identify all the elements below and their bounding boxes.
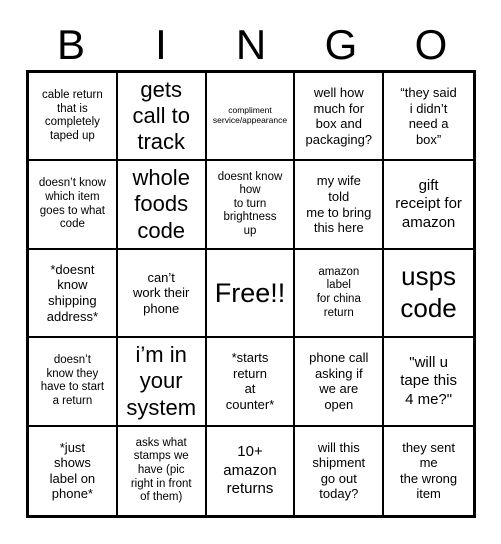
bingo-header-letter-i: I (155, 21, 167, 68)
bingo-cell-label: *starts return at counter* (225, 350, 275, 412)
bingo-cell-label: well how much for box and packaging? (305, 85, 373, 147)
bingo-cell-label: phone call asking if we are open (309, 350, 369, 412)
bingo-cell-label: can’t work their phone (133, 269, 190, 316)
bingo-cell[interactable]: doesn’t know which item goes to what cod… (29, 161, 118, 250)
bingo-cell[interactable]: doesnt know how to turn brightness up (206, 161, 296, 250)
bingo-cell-label: they sent me the wrong item (400, 439, 458, 502)
bingo-cell[interactable]: asks what stamps we have (pic right in f… (117, 426, 207, 515)
bingo-header-letter-g: G (324, 21, 358, 68)
bingo-cell-label: Free!! (214, 277, 286, 308)
bingo-cell[interactable]: will this shipment go out today? (295, 426, 385, 515)
bingo-cell[interactable]: amazon label for china return (295, 249, 385, 339)
bingo-cell-label: compliment service/appearance (212, 105, 288, 126)
bingo-cell-label: asks what stamps we have (pic right in f… (130, 436, 192, 504)
bingo-cell[interactable]: *starts return at counter* (206, 338, 296, 427)
bingo-cell[interactable]: my wife told me to bring this here (295, 161, 385, 250)
bingo-cell[interactable]: can’t work their phone (117, 249, 207, 339)
bingo-cell-label: amazon label for china return (316, 265, 361, 319)
bingo-cell[interactable]: *just shows label on phone* (29, 426, 118, 515)
bingo-cell-label: *doesnt know shipping address* (46, 261, 99, 324)
bingo-cell[interactable]: *doesnt know shipping address* (29, 249, 118, 339)
bingo-cell-label: doesnt know how to turn brightness up (217, 170, 283, 237)
bingo-card: B I N G O cable return that is completel… (0, 0, 501, 544)
bingo-cell-label: "will u tape this 4 me?" (400, 353, 457, 408)
bingo-grid: cable return that is completely taped up… (26, 70, 476, 518)
bingo-header: B I N G O (26, 22, 476, 70)
bingo-cell-label: will this shipment go out today? (312, 439, 366, 502)
bingo-cell[interactable]: 10+ amazon returns (206, 426, 296, 515)
bingo-cell-label: usps code (400, 261, 457, 323)
bingo-cell-label: “they said i didn’t need a box” (400, 85, 457, 147)
bingo-cell-label: gift receipt for amazon (395, 177, 462, 231)
bingo-cell[interactable]: gets call to track (117, 73, 207, 162)
bingo-free-cell[interactable]: Free!! (206, 249, 296, 339)
bingo-cell-label: doesn’t know which item goes to what cod… (38, 177, 106, 231)
bingo-cell[interactable]: they sent me the wrong item (384, 426, 473, 515)
bingo-cell-label: doesn’t know they have to start a return (40, 354, 105, 407)
bingo-cell[interactable]: "will u tape this 4 me?" (384, 338, 473, 427)
bingo-cell-label: 10+ amazon returns (223, 443, 277, 497)
bingo-cell[interactable]: phone call asking if we are open (295, 338, 385, 427)
bingo-cell[interactable]: well how much for box and packaging? (295, 73, 385, 162)
bingo-cell-label: *just shows label on phone* (49, 439, 96, 502)
bingo-cell[interactable]: “they said i didn’t need a box” (384, 73, 473, 162)
bingo-cell[interactable]: usps code (384, 249, 473, 339)
bingo-cell[interactable]: whole foods code (117, 161, 207, 250)
bingo-cell[interactable]: gift receipt for amazon (384, 161, 473, 250)
bingo-cell-label: my wife told me to bring this here (306, 173, 372, 236)
bingo-header-letter-o: O (414, 21, 448, 68)
bingo-cell-label: i’m in your system (126, 341, 197, 420)
bingo-header-letter-b: B (56, 21, 85, 68)
bingo-cell[interactable]: cable return that is completely taped up (29, 73, 118, 162)
bingo-cell-label: gets call to track (132, 76, 190, 155)
bingo-cell[interactable]: compliment service/appearance (206, 73, 296, 162)
bingo-header-letter-n: N (235, 21, 267, 68)
bingo-cell[interactable]: i’m in your system (117, 338, 207, 427)
bingo-cell[interactable]: doesn’t know they have to start a return (29, 338, 118, 427)
bingo-cell-label: cable return that is completely taped up (42, 89, 103, 142)
bingo-cell-label: whole foods code (132, 165, 190, 243)
